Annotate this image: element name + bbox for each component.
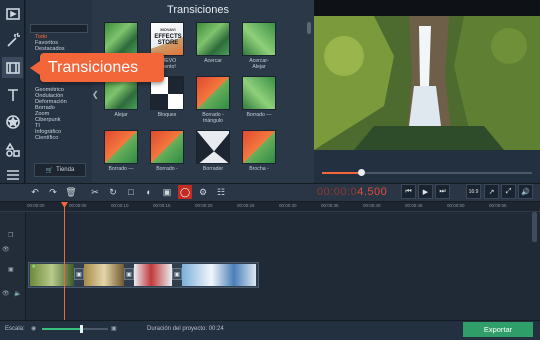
ruler-tick: 00:00:10	[111, 203, 129, 208]
transition-tile[interactable]	[104, 130, 138, 164]
transitions-icon[interactable]	[2, 57, 23, 78]
equalizer-icon[interactable]: ☷	[214, 185, 228, 199]
more-icon[interactable]	[2, 164, 23, 185]
transition-tile[interactable]	[242, 130, 276, 164]
category-item[interactable]: Destacados	[35, 46, 65, 52]
next-frame-icon[interactable]: ⏭	[435, 184, 450, 199]
track-visibility-icon[interactable]: 👁	[2, 246, 10, 253]
transition-marker-icon[interactable]: ▣	[74, 268, 84, 280]
play-icon[interactable]: ▶	[418, 184, 433, 199]
ruler-tick: 00:00:25	[237, 203, 255, 208]
store-button[interactable]: 🛒 Tienda	[34, 163, 86, 177]
stickers-icon[interactable]	[2, 111, 23, 132]
track-mute-icon[interactable]: 🔈	[14, 290, 21, 297]
timecode: 00:00:04.500	[317, 186, 387, 198]
timecode-value: 4.500	[357, 186, 388, 198]
playhead[interactable]	[64, 202, 65, 320]
ruler-tick: 00:00:30	[279, 203, 297, 208]
video-frame	[314, 16, 540, 150]
ruler-tick: 00:00:40	[363, 203, 381, 208]
previous-frame-icon[interactable]: ⏮	[401, 184, 416, 199]
ruler-tick: 00:00:35	[321, 203, 339, 208]
crop-icon[interactable]: □	[124, 185, 138, 199]
ruler-tick: 00:00:05	[69, 203, 87, 208]
store-icon: 🛒	[45, 167, 54, 174]
store-tile-line3: STORE	[157, 40, 179, 46]
ruler-tick: 00:00:15	[153, 203, 171, 208]
store-label: Tienda	[56, 167, 75, 173]
magic-wand-icon[interactable]	[2, 29, 23, 50]
ruler-tick: 00:00:00	[27, 203, 45, 208]
export-button[interactable]: Exportar	[463, 322, 533, 337]
record-icon[interactable]: ◯	[178, 185, 192, 199]
scale-slider-handle[interactable]	[80, 325, 83, 333]
zoom-in-icon[interactable]: ▣	[111, 325, 117, 332]
track-visibility-icon[interactable]: 👁	[2, 290, 10, 297]
ruler-tick: 00:00:50	[447, 203, 465, 208]
tile-label: Acercar- Alejar	[249, 58, 269, 70]
shapes-icon[interactable]	[2, 139, 23, 160]
rotate-icon[interactable]: ↻	[106, 185, 120, 199]
seek-handle[interactable]	[358, 169, 365, 176]
tile-label: Brocha -	[249, 166, 269, 172]
seek-progress	[322, 172, 362, 174]
edit-toolbar	[0, 183, 540, 202]
transition-marker-icon[interactable]: ▣	[172, 268, 182, 280]
transition-tile[interactable]	[242, 22, 276, 56]
seek-bar-panel	[314, 150, 540, 183]
detach-preview-icon[interactable]: ↗	[484, 184, 499, 199]
clip-thumbnail[interactable]	[134, 264, 172, 286]
category-item[interactable]: Científico	[35, 135, 58, 141]
cut-icon[interactable]: ✂	[88, 185, 102, 199]
timeline-scrollbar[interactable]	[532, 212, 537, 242]
transition-marker-icon[interactable]: ▣	[124, 268, 134, 280]
grid-scrollbar[interactable]	[307, 22, 311, 34]
collapse-arrow-icon[interactable]: ❮	[92, 90, 99, 99]
text-icon[interactable]	[2, 84, 23, 105]
category-search-input[interactable]	[30, 24, 88, 33]
overlay-track-icon[interactable]: ❐	[8, 232, 13, 239]
color-adjust-icon[interactable]: ◐	[142, 185, 156, 199]
media-import-icon[interactable]	[2, 3, 23, 24]
aspect-ratio-button[interactable]: 16:9	[466, 184, 481, 199]
transition-tile[interactable]	[196, 130, 230, 164]
tile-label: Borrado —	[246, 112, 272, 118]
project-duration: Duración del proyecto: 00:24	[147, 326, 224, 332]
ruler-tick: 00:00:55	[489, 203, 507, 208]
store-tile-line1: MOVAVI	[160, 27, 176, 32]
transition-tile[interactable]	[242, 76, 276, 110]
transition-tile-store[interactable]: MOVAVI EFFECTS STORE	[150, 22, 184, 56]
volume-icon[interactable]: 🔊	[518, 184, 533, 199]
transition-tile[interactable]	[150, 130, 184, 164]
delete-icon[interactable]: 🗑	[64, 185, 78, 199]
transition-tile[interactable]	[196, 76, 230, 110]
clip-thumbnail[interactable]	[84, 264, 124, 286]
ruler-tick: 00:00:45	[405, 203, 423, 208]
clip-thumbnail[interactable]	[182, 264, 256, 286]
undo-icon[interactable]: ↶	[28, 185, 42, 199]
timecode-dim: 00:00:0	[317, 186, 358, 198]
scale-slider-fill	[42, 328, 81, 330]
settings-icon[interactable]: ⚙	[196, 185, 210, 199]
transition-tile[interactable]	[196, 22, 230, 56]
redo-icon[interactable]: ↷	[46, 185, 60, 199]
transitions-tooltip: Transiciones	[30, 53, 164, 82]
fullscreen-icon[interactable]: ⤢	[501, 184, 516, 199]
favorite-star-icon: ★	[31, 264, 37, 270]
transition-tile[interactable]	[104, 22, 138, 56]
ruler-tick: 00:00:20	[195, 203, 213, 208]
zoom-out-icon[interactable]: ◉	[31, 325, 36, 332]
clip-thumbnail[interactable]	[30, 264, 74, 286]
clip-properties-icon[interactable]: ▣	[160, 185, 174, 199]
panel-title: Transiciones	[167, 4, 229, 16]
video-track-icon[interactable]: ▣	[8, 266, 14, 273]
scale-label: Escala:	[5, 326, 25, 332]
